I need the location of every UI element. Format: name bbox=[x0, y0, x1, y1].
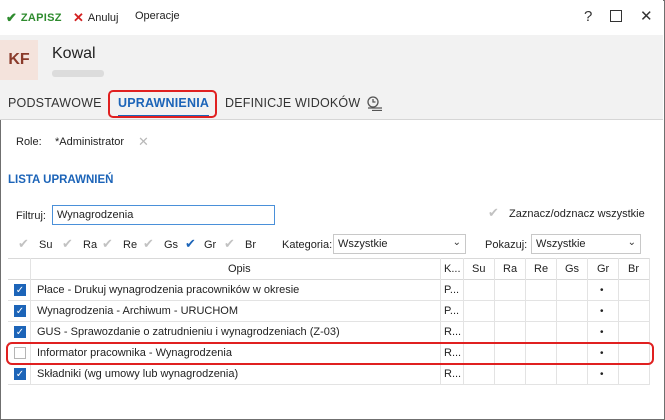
column-header-re[interactable]: Re bbox=[534, 263, 548, 275]
flag-label: Gr bbox=[204, 239, 217, 251]
check-icon: ✔ bbox=[62, 236, 73, 251]
row-checkbox[interactable]: ✓ bbox=[14, 368, 26, 380]
column-header-opis[interactable]: Opis bbox=[228, 263, 251, 275]
close-icon: ✕ bbox=[73, 10, 84, 25]
check-icon: ✔ bbox=[185, 236, 196, 251]
check-icon: ✔ bbox=[224, 236, 235, 251]
column-header-br[interactable]: Br bbox=[628, 263, 639, 275]
remove-icon: ✕ bbox=[138, 134, 149, 149]
check-icon: ✔ bbox=[143, 236, 154, 251]
maximize-button[interactable] bbox=[610, 10, 622, 22]
flag-label: Br bbox=[245, 239, 256, 251]
checkmark-icon: ✔ bbox=[6, 10, 17, 25]
table-header bbox=[8, 258, 650, 280]
close-window-icon: ✕ bbox=[640, 8, 653, 25]
tab-highlight-annotation bbox=[108, 90, 217, 118]
row-k: R... bbox=[444, 368, 462, 380]
maximize-icon bbox=[610, 10, 622, 22]
show-label: Pokazuj: bbox=[485, 239, 528, 251]
save-label: ZAPISZ bbox=[20, 12, 62, 24]
show-select[interactable]: Wszystkie ⌄ bbox=[531, 234, 641, 254]
row-opis: Płace - Drukuj wynagrodzenia pracowników… bbox=[37, 284, 300, 296]
section-title: LISTA UPRAWNIEŃ bbox=[8, 174, 114, 186]
record-name: Kowal bbox=[52, 45, 96, 62]
chevron-down-icon: ⌄ bbox=[627, 237, 636, 248]
save-button[interactable]: ✔ ZAPISZ bbox=[6, 10, 62, 26]
chevron-down-icon: ⌄ bbox=[452, 237, 461, 248]
show-value: Wszystkie bbox=[536, 238, 586, 250]
row-gr-dot: • bbox=[600, 369, 604, 380]
column-header-gs[interactable]: Gs bbox=[565, 263, 579, 275]
flag-label: Re bbox=[123, 239, 138, 251]
operations-label: Operacje bbox=[135, 10, 180, 22]
column-header-su[interactable]: Su bbox=[472, 263, 485, 275]
check-icon: ✔ bbox=[102, 236, 113, 251]
cancel-label: Anuluj bbox=[87, 12, 119, 24]
filter-input-value: Wynagrodzenia bbox=[57, 209, 134, 221]
row-checkbox[interactable]: ✓ bbox=[14, 284, 26, 296]
help-button[interactable]: ? bbox=[584, 8, 592, 25]
record-header bbox=[0, 35, 663, 89]
row-k: P... bbox=[444, 305, 460, 317]
category-select[interactable]: Wszystkie ⌄ bbox=[333, 234, 466, 254]
tab-definicje-widokow[interactable]: DEFINICJE WIDOKÓW bbox=[225, 96, 360, 110]
row-k: P... bbox=[444, 284, 460, 296]
cancel-button[interactable]: ✕ Anuluj bbox=[73, 10, 118, 26]
column-header-ra[interactable]: Ra bbox=[503, 263, 517, 275]
row-k: R... bbox=[444, 326, 462, 338]
filter-label: Filtruj: bbox=[16, 210, 46, 222]
check-icon: ✔ bbox=[18, 236, 29, 251]
category-value: Wszystkie bbox=[338, 238, 388, 250]
operations-menu[interactable]: Operacje bbox=[135, 10, 180, 22]
row-gr-dot: • bbox=[600, 285, 604, 296]
history-settings-icon bbox=[367, 96, 382, 112]
avatar: KF bbox=[0, 40, 38, 80]
flag-label: Su bbox=[39, 239, 53, 251]
flag-label: Ra bbox=[83, 239, 98, 251]
flag-label: Gs bbox=[164, 239, 179, 251]
row-opis: Wynagrodzenia - Archiwum - URUCHOM bbox=[37, 305, 239, 317]
column-header-gr[interactable]: Gr bbox=[597, 263, 609, 275]
role-value: *Administrator bbox=[55, 136, 125, 148]
role-label: Role: bbox=[16, 136, 42, 148]
row-checkbox[interactable]: ✓ bbox=[14, 305, 26, 317]
filter-input[interactable]: Wynagrodzenia bbox=[52, 205, 275, 225]
row-checkbox[interactable]: ✓ bbox=[14, 326, 26, 338]
row-opis: Składniki (wg umowy lub wynagrodzenia) bbox=[37, 368, 239, 380]
row-gr-dot: • bbox=[600, 306, 604, 317]
blurred-subtitle bbox=[52, 70, 104, 77]
select-all-check-icon: ✔ bbox=[488, 205, 499, 220]
tab-podstawowe[interactable]: PODSTAWOWE bbox=[8, 96, 102, 110]
close-window-button[interactable]: ✕ bbox=[640, 7, 653, 25]
category-label: Kategoria: bbox=[282, 239, 333, 251]
row-gr-dot: • bbox=[600, 327, 604, 338]
row-highlight-annotation bbox=[6, 342, 654, 365]
remove-role-button[interactable]: ✕ bbox=[138, 134, 149, 150]
tab-settings-button[interactable] bbox=[366, 95, 384, 114]
select-all-label: Zaznacz/odznacz wszystkie bbox=[509, 208, 645, 220]
column-header-k[interactable]: K... bbox=[444, 263, 461, 275]
row-opis: GUS - Sprawozdanie o zatrudnieniu i wyna… bbox=[37, 326, 340, 338]
